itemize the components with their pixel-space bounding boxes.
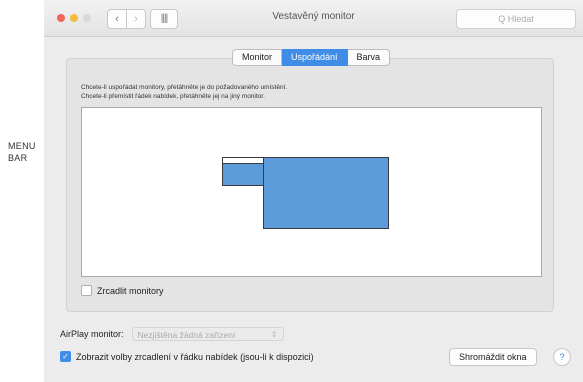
preferences-window: ‹ › |||| Vestavěný monitor Q Hledat Chce… xyxy=(44,0,583,382)
menu-bar-annotation-line2: BAR xyxy=(8,153,28,163)
airplay-row: AirPlay monitor: Nezjištěna žádná zaříze… xyxy=(60,327,284,341)
mirror-displays-label: Zrcadlit monitory xyxy=(97,285,164,296)
instructions: Chcete-li uspořádat monitory, přetáhněte… xyxy=(81,83,287,101)
airplay-popup-value: Nezjištěna žádná zařízení xyxy=(137,330,236,340)
mirror-displays-option[interactable]: Zrcadlit monitory xyxy=(81,285,164,296)
instruction-line-2: Chcete-li přemístit řádek nabídek, přetá… xyxy=(81,93,265,100)
menu-bar-strip[interactable] xyxy=(223,158,263,164)
instruction-line-1: Chcete-li uspořádat monitory, přetáhněte… xyxy=(81,84,288,91)
arrangement-panel: Chcete-li uspořádat monitory, přetáhněte… xyxy=(66,58,554,312)
menu-bar-annotation: MENU BAR xyxy=(8,140,36,164)
tab-color[interactable]: Barva xyxy=(347,49,391,66)
menu-bar-annotation-line1: MENU xyxy=(8,141,36,151)
updown-chevron-icon: ⇕ xyxy=(270,330,278,339)
mirror-displays-checkbox[interactable] xyxy=(81,285,92,296)
title-bar: ‹ › |||| Vestavěný monitor Q Hledat xyxy=(44,0,583,37)
help-button[interactable]: ? xyxy=(553,348,571,366)
airplay-label: AirPlay monitor: xyxy=(60,329,124,339)
tab-arrangement[interactable]: Uspořádání xyxy=(282,49,348,66)
show-mirroring-label: Zobrazit volby zrcadlení v řádku nabídek… xyxy=(76,351,314,362)
gather-windows-button[interactable]: Shromáždit okna xyxy=(449,348,537,366)
airplay-popup[interactable]: Nezjištěna žádná zařízení ⇕ xyxy=(131,327,284,341)
secondary-monitor[interactable] xyxy=(222,157,264,186)
show-mirroring-checkbox[interactable]: ✓ xyxy=(60,351,71,362)
main-monitor[interactable] xyxy=(263,157,389,229)
tab-bar: Monitor Uspořádání Barva xyxy=(232,49,391,66)
show-mirroring-option[interactable]: ✓ Zobrazit volby zrcadlení v řádku nabíd… xyxy=(60,351,314,362)
search-field[interactable]: Q Hledat xyxy=(456,9,576,29)
monitor-arrangement-area xyxy=(81,107,542,277)
tab-monitor[interactable]: Monitor xyxy=(232,49,283,66)
